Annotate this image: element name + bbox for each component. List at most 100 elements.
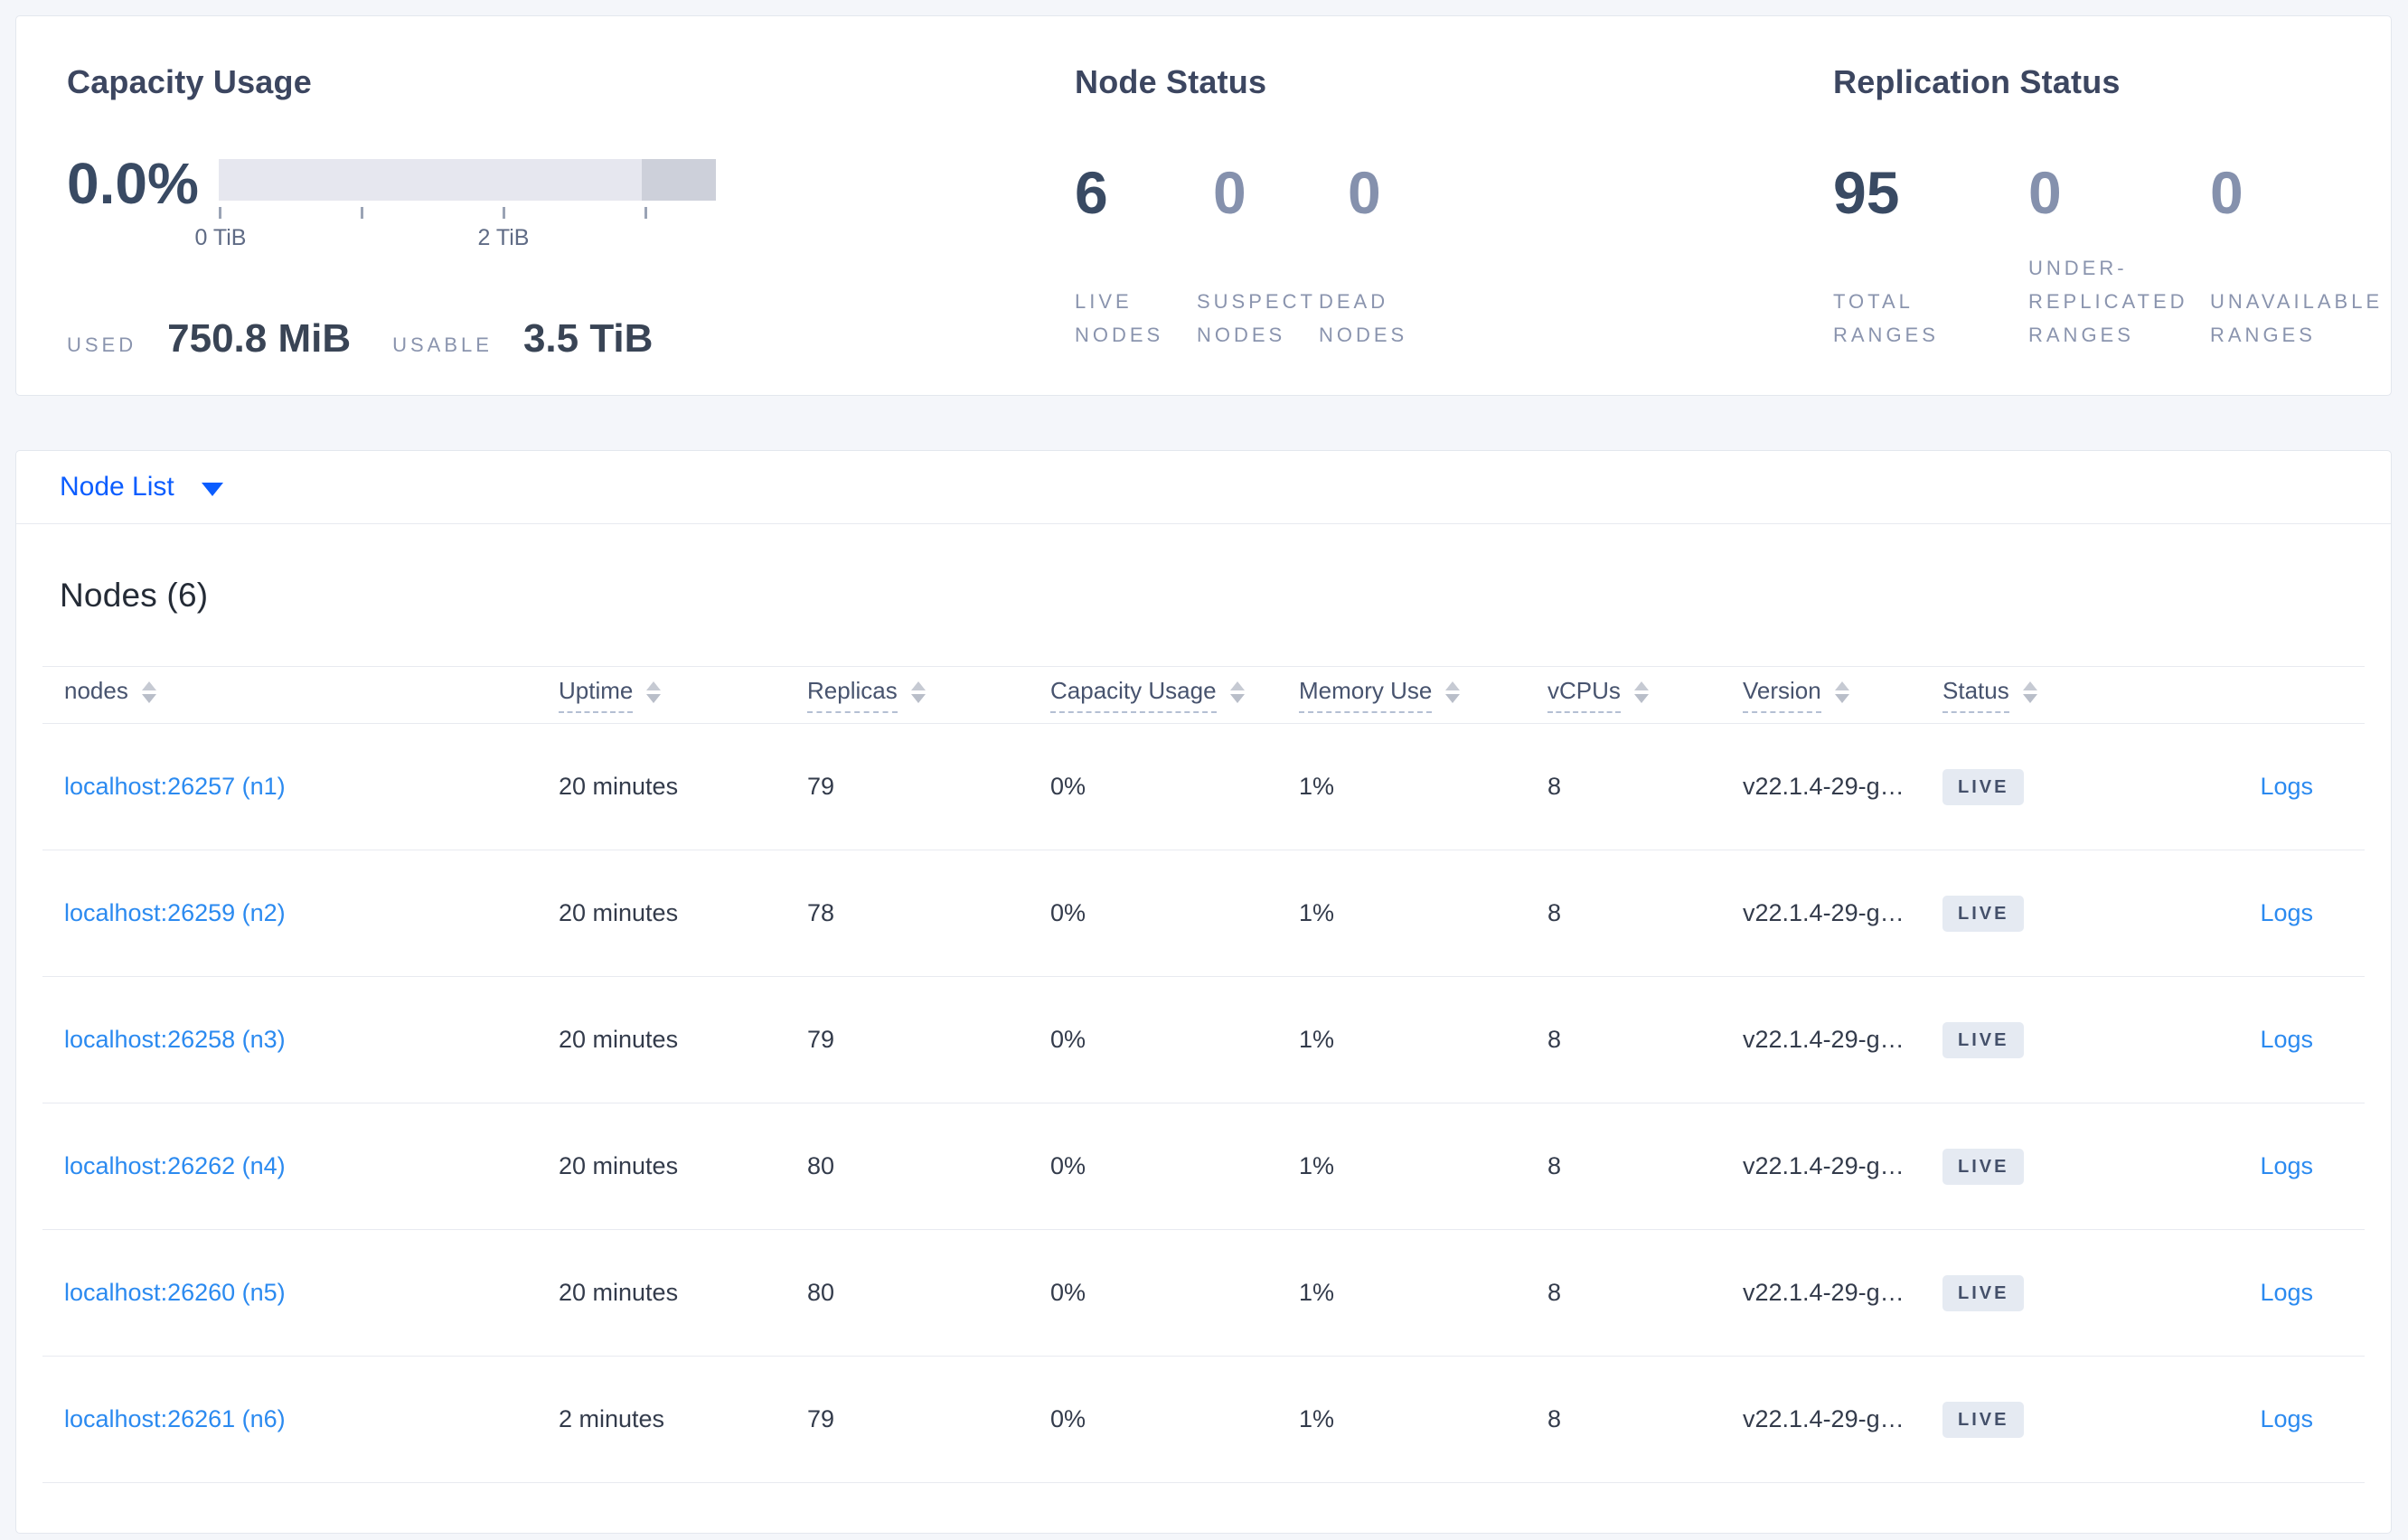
version-cell: v22.1.4-29-g…: [1743, 1405, 1905, 1432]
node-status-panel: Node Status 6 0 0 LIVE NODES SUSPECT NOD…: [1075, 16, 1707, 395]
logs-link[interactable]: Logs: [2260, 1026, 2313, 1054]
capacity-usage-title: Capacity Usage: [67, 63, 312, 100]
replicas-cell: 79: [807, 773, 835, 800]
sort-icon: [646, 681, 662, 703]
dead-nodes-label: DEAD NODES: [1319, 290, 1408, 346]
table-row: localhost:26262 (n4) 20 minutes 80 0% 1%…: [42, 1103, 2365, 1230]
axis-tick: [219, 207, 221, 219]
under-replicated-ranges-count: 0: [2028, 159, 2062, 226]
logs-link[interactable]: Logs: [2260, 899, 2313, 927]
unavailable-ranges-count: 0: [2210, 159, 2243, 226]
column-header-status[interactable]: Status: [1942, 677, 2134, 713]
memory-cell: 1%: [1299, 1279, 1335, 1306]
memory-cell: 1%: [1299, 1405, 1335, 1432]
status-badge: LIVE: [1942, 1274, 2025, 1311]
logs-link[interactable]: Logs: [2260, 773, 2313, 801]
vcpus-cell: 8: [1547, 1026, 1562, 1053]
column-header-version[interactable]: Version: [1743, 677, 1942, 713]
sort-icon: [1229, 681, 1245, 703]
column-header-nodes[interactable]: nodes: [42, 677, 559, 713]
replicas-cell: 80: [807, 1279, 835, 1306]
logs-link[interactable]: Logs: [2260, 1152, 2313, 1180]
status-badge: LIVE: [1942, 895, 2025, 932]
replicas-cell: 78: [807, 899, 835, 926]
column-header-capacity-usage[interactable]: Capacity Usage: [1050, 677, 1299, 713]
status-badge: LIVE: [1942, 1401, 2025, 1438]
uptime-cell: 2 minutes: [559, 1405, 665, 1432]
replicas-cell: 80: [807, 1152, 835, 1179]
version-cell: v22.1.4-29-g…: [1743, 1152, 1905, 1179]
node-status-title: Node Status: [1075, 63, 1267, 100]
replication-labels: TOTAL RANGES UNDER-REPLICATED RANGES UNA…: [1833, 257, 2408, 352]
uptime-cell: 20 minutes: [559, 899, 679, 926]
column-header-memory-use[interactable]: Memory Use: [1299, 677, 1547, 713]
suspect-nodes-count: 0: [1213, 159, 1246, 226]
dead-nodes-count: 0: [1348, 159, 1381, 226]
capacity-usable-bar: [219, 159, 716, 201]
used-label: USED: [67, 333, 137, 356]
status-badge: LIVE: [1942, 768, 2025, 805]
memory-cell: 1%: [1299, 1026, 1335, 1053]
vcpus-cell: 8: [1547, 899, 1562, 926]
axis-tick-label: 0 TiB: [194, 225, 247, 250]
node-status-labels: LIVE NODES SUSPECT NODES DEAD NODES: [1075, 258, 1441, 352]
node-status-values: 6 0 0: [1075, 152, 1501, 233]
capacity-axis-ticks: [219, 207, 716, 220]
under-replicated-ranges-label: UNDER-REPLICATED RANGES: [2028, 257, 2188, 346]
vcpus-cell: 8: [1547, 1405, 1562, 1432]
axis-tick: [361, 207, 363, 219]
capacity-cell: 0%: [1050, 899, 1086, 926]
sort-icon: [2022, 681, 2037, 703]
capacity-usage-panel: Capacity Usage 0.0% 0 TiB 2 TiB USED 750…: [67, 16, 1007, 395]
chevron-down-icon: [201, 482, 223, 496]
version-cell: v22.1.4-29-g…: [1743, 1026, 1905, 1053]
node-link[interactable]: localhost:26260 (n5): [64, 1279, 286, 1307]
uptime-cell: 20 minutes: [559, 1279, 679, 1306]
usable-value: 3.5 TiB: [522, 316, 654, 361]
column-header-uptime[interactable]: Uptime: [559, 677, 807, 713]
node-link[interactable]: localhost:26257 (n1): [64, 773, 286, 801]
status-badge: LIVE: [1942, 1021, 2025, 1058]
node-link[interactable]: localhost:26258 (n3): [64, 1026, 286, 1054]
column-header-vcpus[interactable]: vCPUs: [1547, 677, 1743, 713]
capacity-percent-value: 0.0%: [67, 151, 199, 216]
axis-tick-label: 2 TiB: [477, 225, 530, 250]
sort-icon: [1445, 681, 1461, 703]
total-ranges-count: 95: [1833, 159, 1900, 226]
logs-link[interactable]: Logs: [2260, 1279, 2313, 1307]
capacity-cell: 0%: [1050, 1152, 1086, 1179]
capacity-cell: 0%: [1050, 1026, 1086, 1053]
unavailable-ranges-label: UNAVAILABLE RANGES: [2210, 290, 2384, 346]
node-link[interactable]: localhost:26262 (n4): [64, 1152, 286, 1180]
node-link[interactable]: localhost:26261 (n6): [64, 1405, 286, 1433]
version-cell: v22.1.4-29-g…: [1743, 899, 1905, 926]
suspect-nodes-label: SUSPECT NODES: [1197, 290, 1316, 346]
replication-status-panel: Replication Status 95 0 0 TOTAL RANGES U…: [1833, 16, 2394, 395]
table-row: localhost:26261 (n6) 2 minutes 79 0% 1% …: [42, 1357, 2365, 1483]
memory-cell: 1%: [1299, 1152, 1335, 1179]
memory-cell: 1%: [1299, 773, 1335, 800]
sort-icon: [910, 681, 926, 703]
cluster-overview-page: Capacity Usage 0.0% 0 TiB 2 TiB USED 750…: [0, 0, 2408, 1540]
column-header-replicas[interactable]: Replicas: [807, 677, 1050, 713]
capacity-cell: 0%: [1050, 1405, 1086, 1432]
capacity-axis-labels: 0 TiB 2 TiB: [195, 225, 716, 254]
version-cell: v22.1.4-29-g…: [1743, 773, 1905, 800]
capacity-cell: 0%: [1050, 773, 1086, 800]
node-list-dropdown[interactable]: Node List: [16, 451, 2391, 524]
table-row: localhost:26259 (n2) 20 minutes 78 0% 1%…: [42, 850, 2365, 977]
uptime-cell: 20 minutes: [559, 1152, 679, 1179]
node-link[interactable]: localhost:26259 (n2): [64, 899, 286, 927]
vcpus-cell: 8: [1547, 773, 1562, 800]
used-value: 750.8 MiB: [167, 316, 352, 361]
logs-link[interactable]: Logs: [2260, 1405, 2313, 1433]
usable-label: USABLE: [392, 333, 493, 356]
replication-status-title: Replication Status: [1833, 63, 2121, 100]
nodes-count-heading: Nodes (6): [60, 577, 209, 614]
capacity-reserved-segment: [641, 159, 716, 201]
capacity-cell: 0%: [1050, 1279, 1086, 1306]
replication-values: 95 0 0: [1833, 152, 2408, 233]
sort-icon: [141, 681, 156, 703]
axis-tick: [503, 207, 505, 219]
table-row: localhost:26257 (n1) 20 minutes 79 0% 1%…: [42, 724, 2365, 850]
